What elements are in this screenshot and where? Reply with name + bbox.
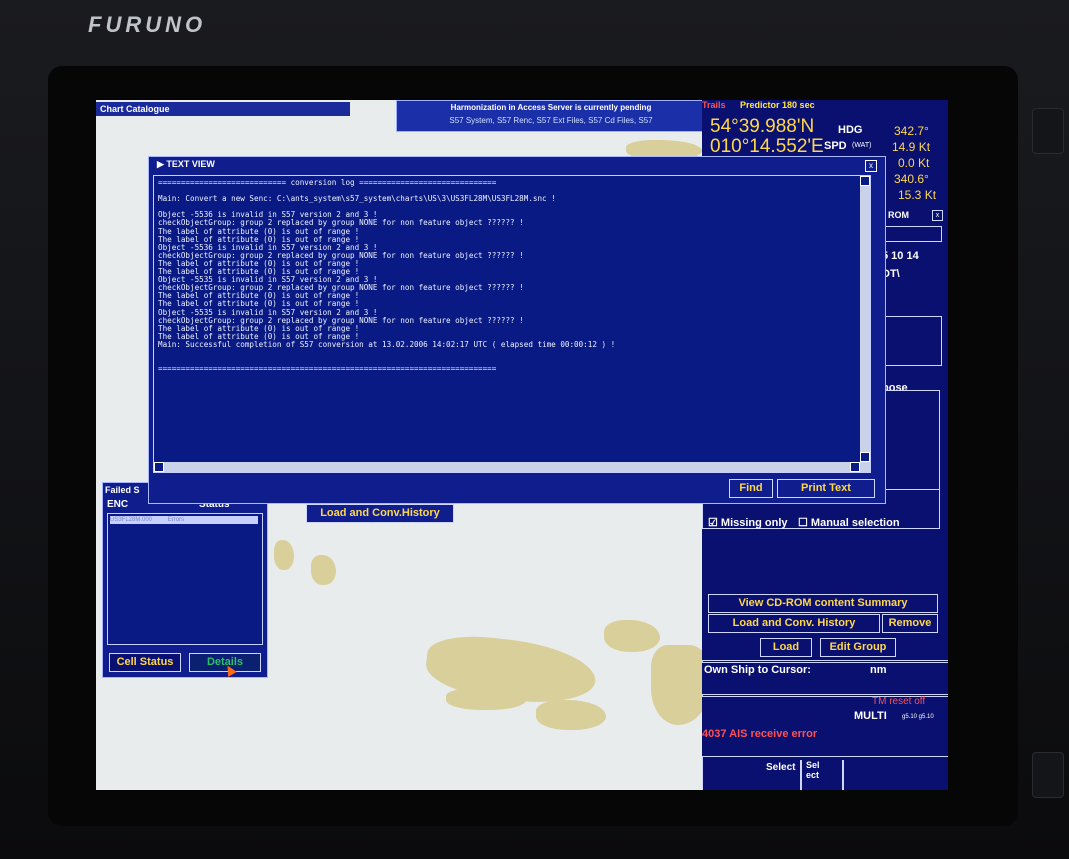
latitude: 54°39.988'N	[710, 116, 815, 137]
select-label[interactable]: Select	[766, 762, 795, 773]
longitude: 010°14.552'E	[710, 136, 824, 157]
remove-button[interactable]: Remove	[882, 614, 938, 633]
list-item-status: Errors	[167, 517, 185, 523]
sel-ect-button[interactable]: Sel ect	[806, 760, 830, 780]
missing-only-checkbox[interactable]: ☑ Missing only	[708, 516, 788, 529]
brand-logo: FURUNO	[88, 12, 207, 37]
info-box	[882, 316, 942, 366]
selection-box	[882, 390, 940, 490]
failed-list[interactable]: US3FL28M.000 Errors	[107, 513, 263, 645]
find-button[interactable]: Find	[729, 479, 773, 498]
horizontal-scrollbar[interactable]	[154, 462, 870, 472]
view-cdrom-summary-button[interactable]: View CD-ROM content Summary	[708, 594, 938, 613]
divider	[800, 760, 802, 790]
value-5: 15.3 Kt	[898, 188, 937, 202]
own-ship-to-cursor-label: Own Ship to Cursor:	[704, 664, 811, 676]
hdg-label: HDG	[838, 124, 863, 136]
edit-group-button[interactable]: Edit Group	[820, 638, 896, 657]
cell-status-button[interactable]: Cell Status	[109, 653, 181, 672]
land-jamaica	[446, 688, 526, 710]
bezel-button-bottom[interactable]	[1032, 752, 1064, 798]
ecdis-screen: Chart Catalogue Harmonization in Access …	[96, 100, 948, 790]
close-icon[interactable]: x	[932, 210, 943, 221]
scroll-left-icon[interactable]	[154, 462, 164, 472]
nm-label: nm	[870, 664, 887, 676]
multi-label: MULTI	[854, 710, 887, 722]
divider	[702, 660, 948, 663]
dropdown-box[interactable]	[882, 226, 942, 242]
missing-only-label: Missing only	[720, 517, 788, 529]
scroll-right-icon[interactable]	[850, 462, 860, 472]
rom-label: ROM	[888, 210, 909, 220]
scroll-up-icon[interactable]	[860, 176, 870, 186]
manual-selection-label: Manual selection	[810, 517, 900, 529]
text-view-dialog: ▶ TEXT VIEW x ==========================…	[148, 156, 886, 504]
trails-label[interactable]: Trails	[702, 100, 726, 110]
spd-value: 14.9 Kt	[892, 140, 931, 154]
list-item-enc: US3FL28M.000	[110, 517, 153, 523]
predictor-label[interactable]: Predictor 180 sec	[740, 100, 815, 110]
load-conv-history-left-button[interactable]: Load and Conv.History	[306, 504, 454, 523]
text-view-title: ▶ TEXT VIEW	[157, 159, 215, 169]
conversion-log-text: ============================ conversion …	[158, 178, 616, 374]
vertical-scrollbar[interactable]	[860, 176, 870, 472]
harmonization-banner: Harmonization in Access Server is curren…	[396, 100, 706, 132]
harmonization-line2: S57 System, S57 Renc, S57 Ext Files, S57…	[449, 116, 653, 125]
text-view-title-label: TEXT VIEW	[166, 159, 215, 169]
chart-catalogue-title: Chart Catalogue	[96, 102, 350, 116]
load-conv-history-button[interactable]: Load and Conv. History	[708, 614, 880, 633]
print-text-button[interactable]: Print Text	[777, 479, 875, 498]
tm-reset-label: TM reset off	[872, 696, 926, 707]
ais-error-message: 4037 AIS receive error	[702, 728, 818, 740]
col-enc: ENC	[107, 499, 129, 510]
land-hispaniola-west	[536, 700, 606, 730]
trails-row: Trails Predictor 180 sec	[702, 100, 948, 114]
spd-sub: (WAT)	[852, 142, 872, 149]
scroll-down-icon[interactable]	[860, 452, 870, 462]
multi-sub: g5.10 g5.10	[902, 714, 934, 720]
divider	[842, 760, 844, 790]
bezel-button-top[interactable]	[1032, 108, 1064, 154]
land-islet	[311, 555, 336, 585]
manual-selection-checkbox[interactable]: ☐ Manual selection	[798, 516, 900, 529]
conversion-log-textarea[interactable]: ============================ conversion …	[153, 175, 871, 473]
value-4: 340.6°	[894, 172, 929, 186]
harmonization-line1: Harmonization in Access Server is curren…	[450, 103, 652, 112]
failed-senc-panel: Failed S ENC Status US3FL28M.000 Errors …	[102, 482, 268, 678]
hdg-value: 342.7°	[894, 124, 929, 138]
land-islet	[274, 540, 294, 570]
close-icon[interactable]: x	[865, 160, 877, 172]
value-3: 0.0 Kt	[898, 156, 930, 170]
list-item[interactable]: US3FL28M.000 Errors	[110, 516, 258, 524]
spd-label: SPD	[824, 140, 847, 152]
load-button[interactable]: Load	[760, 638, 812, 657]
land-puerto-rico	[604, 620, 660, 652]
date-fragment: 5 10 14	[882, 250, 919, 262]
failed-title: Failed S	[105, 485, 140, 495]
